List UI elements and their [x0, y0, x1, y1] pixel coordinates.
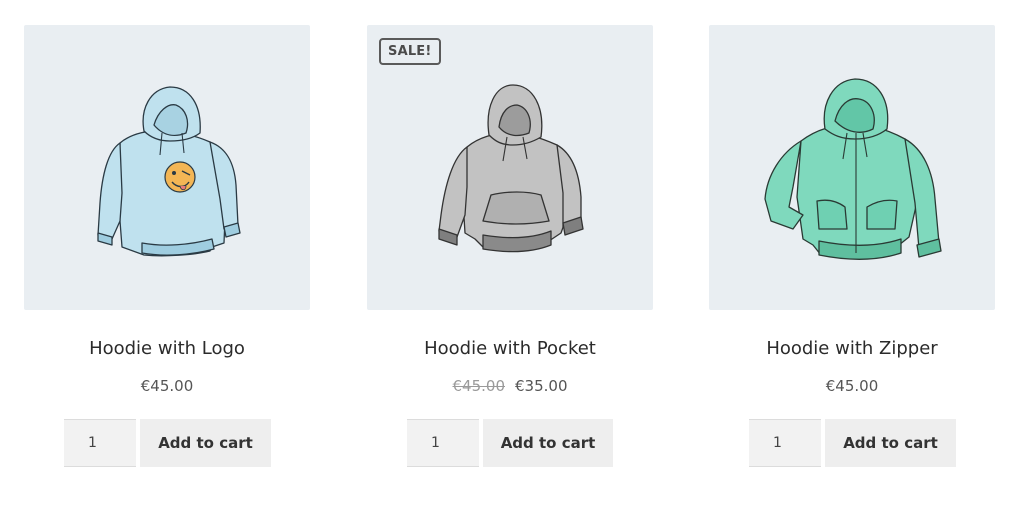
hoodie-pocket-icon — [438, 84, 584, 253]
original-price: €45.00 — [452, 377, 506, 395]
product-image[interactable]: SALE! — [367, 25, 653, 310]
product-price: €45.00 — [709, 376, 995, 396]
product-price: €45.00 — [24, 376, 310, 396]
product-image[interactable] — [24, 25, 310, 310]
quantity-input[interactable] — [407, 419, 479, 467]
sale-badge: SALE! — [379, 38, 441, 65]
product-card-hoodie-zipper: Hoodie with Zipper €45.00 Add to cart — [709, 0, 995, 506]
product-card-hoodie-logo: Hoodie with Logo €45.00 Add to cart — [24, 0, 310, 506]
sale-price: €35.00 — [515, 377, 568, 395]
quantity-input[interactable] — [64, 419, 136, 467]
product-title[interactable]: Hoodie with Pocket — [367, 337, 653, 361]
product-title[interactable]: Hoodie with Logo — [24, 337, 310, 361]
current-price: €45.00 — [140, 377, 194, 395]
add-to-cart-button[interactable]: Add to cart — [483, 419, 613, 467]
product-title[interactable]: Hoodie with Zipper — [709, 337, 995, 361]
hoodie-logo-icon — [97, 86, 241, 257]
product-image[interactable] — [709, 25, 995, 310]
product-price: €45.00 €35.00 — [367, 376, 653, 396]
hoodie-zipper-icon — [764, 78, 942, 260]
add-to-cart-button[interactable]: Add to cart — [140, 419, 271, 467]
current-price: €45.00 — [825, 377, 879, 395]
add-to-cart-button[interactable]: Add to cart — [825, 419, 956, 467]
quantity-input[interactable] — [749, 419, 821, 467]
product-card-hoodie-pocket: SALE! Hoodie with Pocket €45.00 €35.00 Ad… — [367, 0, 653, 506]
